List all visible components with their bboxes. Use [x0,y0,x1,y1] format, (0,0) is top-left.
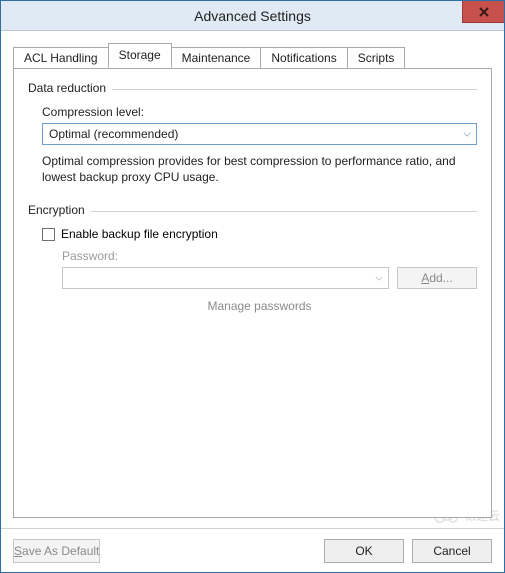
save-as-default-button: Save As Default [13,539,100,563]
compression-level-dropdown[interactable]: Optimal (recommended) ⌵ [42,123,477,145]
compression-level-value: Optimal (recommended) [49,127,178,141]
chevron-down-icon: ⌵ [375,273,383,284]
close-icon [479,7,489,17]
data-reduction-group: Data reduction Compression level: Optima… [28,81,477,185]
tab-maintenance[interactable]: Maintenance [171,47,262,69]
advanced-settings-window: Advanced Settings ACL Handling Storage M… [0,0,505,573]
storage-panel: Data reduction Compression level: Optima… [13,68,492,518]
tab-acl-handling[interactable]: ACL Handling [13,47,109,69]
enable-encryption-label: Enable backup file encryption [61,227,218,241]
enable-encryption-row[interactable]: Enable backup file encryption [42,227,477,241]
enable-encryption-checkbox[interactable] [42,228,55,241]
divider [112,89,477,90]
compression-label: Compression level: [42,105,477,119]
window-title: Advanced Settings [194,8,311,24]
chevron-down-icon: ⌵ [463,129,471,140]
manage-passwords-link: Manage passwords [42,299,477,313]
ok-button[interactable]: OK [324,539,404,563]
divider [91,211,477,212]
tab-storage[interactable]: Storage [108,43,172,68]
data-reduction-title: Data reduction [28,81,106,95]
encryption-group: Encryption Enable backup file encryption… [28,203,477,313]
password-label: Password: [62,249,477,263]
titlebar: Advanced Settings [1,1,504,31]
encryption-title: Encryption [28,203,85,217]
compression-hint: Optimal compression provides for best co… [42,153,477,185]
cancel-button[interactable]: Cancel [412,539,492,563]
tab-scripts[interactable]: Scripts [347,47,406,69]
tab-notifications[interactable]: Notifications [260,47,347,69]
password-dropdown: ⌵ [62,267,389,289]
add-password-button: Add... [397,267,477,289]
close-button[interactable] [462,1,504,23]
dialog-footer: Save As Default OK Cancel [1,528,504,572]
tab-strip: ACL Handling Storage Maintenance Notific… [1,31,504,68]
